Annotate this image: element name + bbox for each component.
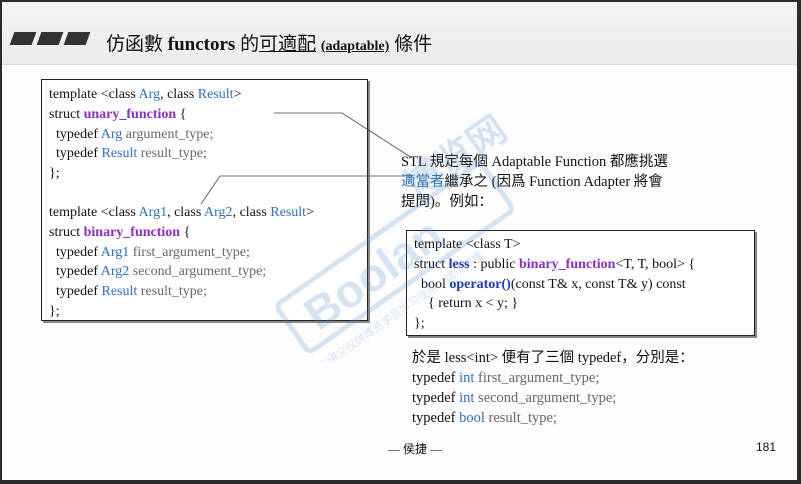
binary-function-code: template <class Arg1, class Arg2, class … xyxy=(49,205,314,319)
less-int-typedefs: 於是 less<int> 便有了三個 typedef，分別是： typedef … xyxy=(412,350,694,426)
unary-function-code: template <class Arg, class Result> struc… xyxy=(49,87,242,182)
page-title: 仿函數 functors 的可適配 (adaptable) 條件 xyxy=(106,34,433,55)
author-footer: — 侯捷 — xyxy=(388,442,443,456)
page-number: 181 xyxy=(755,440,776,454)
less-struct-code: template <class T> struct less : public … xyxy=(414,237,696,332)
header-band: 仿函數 functors 的可適配 (adaptable) 條件 xyxy=(2,2,797,65)
less-code-box: template <class T> struct less : public … xyxy=(406,230,755,336)
function-base-code-box: template <class Arg, class Result> struc… xyxy=(41,79,368,321)
slide-page: 仿函數 functors 的可適配 (adaptable) 條件 templat… xyxy=(2,2,797,480)
adaptable-explanation: STL 規定每個 Adaptable Function 都應挑選 適當者繼承之 … xyxy=(401,154,668,210)
